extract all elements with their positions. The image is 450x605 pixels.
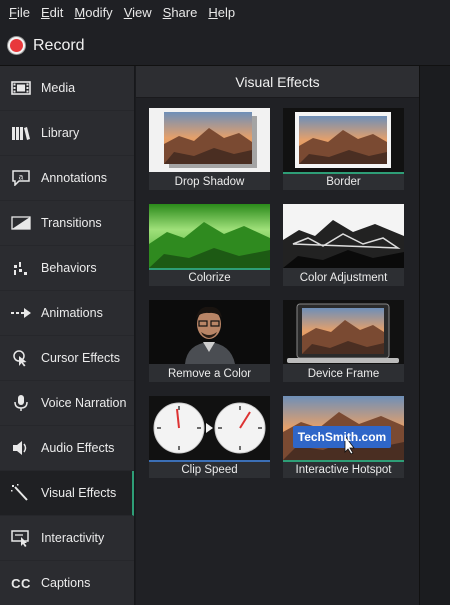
effect-label: Colorize [188,272,231,284]
record-bar: Record [0,26,450,66]
menu-share[interactable]: Share [158,0,203,26]
svg-text:a: a [19,173,24,182]
menu-edit[interactable]: Edit [36,0,68,26]
canvas-edge [419,66,450,605]
menu-help[interactable]: Help [203,0,240,26]
sidebar-item-cursor-effects[interactable]: Cursor Effects [0,336,134,381]
record-button[interactable]: Record [8,37,85,55]
effect-label: Drop Shadow [174,176,245,188]
sidebar-item-label: Transitions [41,216,102,230]
sidebar-item-label: Visual Effects [41,486,117,500]
interactive-hotspot-thumbnail: TechSmith.com [283,396,404,460]
microphone-icon [10,394,32,412]
menu-bar: File Edit Modify View Share Help [0,0,450,26]
panel-title: Visual Effects [136,66,419,98]
sidebar-item-label: Annotations [41,171,108,185]
cursor-icon [10,349,32,367]
sidebar-item-library[interactable]: Library [0,111,134,156]
colorize-thumbnail [149,204,270,268]
remove-a-color-thumbnail [149,300,270,364]
effect-tile-border[interactable]: Border [283,108,404,190]
record-icon [8,37,25,54]
menu-file[interactable]: File [4,0,35,26]
speaker-icon [10,439,32,457]
effect-tile-colorize[interactable]: Colorize [149,204,270,286]
hotspot-overlay-text: TechSmith.com [297,430,387,444]
effect-tile-device-frame[interactable]: Device Frame [283,300,404,382]
sidebar-item-interactivity[interactable]: Interactivity [0,516,134,561]
tools-sidebar: Media Library a Annotations Transitions … [0,66,135,605]
sidebar-item-transitions[interactable]: Transitions [0,201,134,246]
film-strip-icon [10,79,32,97]
sidebar-item-label: Captions [41,576,91,590]
effect-label: Interactive Hotspot [295,464,392,476]
device-frame-thumbnail [283,300,404,364]
effect-tile-clip-speed[interactable]: Clip Speed [149,396,270,478]
sidebar-item-visual-effects[interactable]: Visual Effects [0,471,134,516]
books-icon [10,124,32,142]
sidebar-item-label: Media [41,81,76,95]
visual-effects-panel: Visual Effects Drop Shadow Border Colori… [136,66,419,605]
effect-label: Device Frame [307,368,380,380]
sidebar-item-annotations[interactable]: a Annotations [0,156,134,201]
magic-wand-icon [10,484,32,502]
effect-tile-interactive-hotspot[interactable]: TechSmith.com Interactive Hotspot [283,396,404,478]
effect-label: Remove a Color [167,368,252,380]
sidebar-item-media[interactable]: Media [0,66,134,111]
animation-arrow-icon [10,304,32,322]
interactivity-icon [10,529,32,547]
behaviors-icon [10,259,32,277]
menu-view[interactable]: View [119,0,157,26]
sidebar-item-audio-effects[interactable]: Audio Effects [0,426,134,471]
effect-tile-color-adjustment[interactable]: Color Adjustment [283,204,404,286]
sidebar-item-label: Voice Narration [41,396,127,410]
sidebar-item-label: Interactivity [41,531,105,545]
sidebar-item-behaviors[interactable]: Behaviors [0,246,134,291]
menu-modify[interactable]: Modify [69,0,117,26]
sidebar-item-captions[interactable]: CC Captions [0,561,134,605]
clip-speed-thumbnail [149,396,270,460]
sidebar-item-label: Animations [41,306,103,320]
border-thumbnail [283,108,404,172]
color-adjustment-thumbnail [283,204,404,268]
sidebar-item-label: Behaviors [41,261,97,275]
sidebar-item-voice-narration[interactable]: Voice Narration [0,381,134,426]
sidebar-item-label: Cursor Effects [41,351,120,365]
sidebar-item-label: Library [41,126,80,140]
record-label: Record [33,36,85,54]
effect-label: Color Adjustment [299,272,388,284]
effect-label: Clip Speed [181,464,238,476]
transition-icon [10,214,32,232]
sidebar-item-label: Audio Effects [41,441,115,455]
effect-tile-remove-a-color[interactable]: Remove a Color [149,300,270,382]
cc-icon: CC [11,575,31,591]
sidebar-item-animations[interactable]: Animations [0,291,134,336]
effect-label: Border [326,176,361,188]
effect-tile-drop-shadow[interactable]: Drop Shadow [149,108,270,190]
speech-bubble-icon: a [10,169,32,187]
drop-shadow-thumbnail [149,108,270,172]
